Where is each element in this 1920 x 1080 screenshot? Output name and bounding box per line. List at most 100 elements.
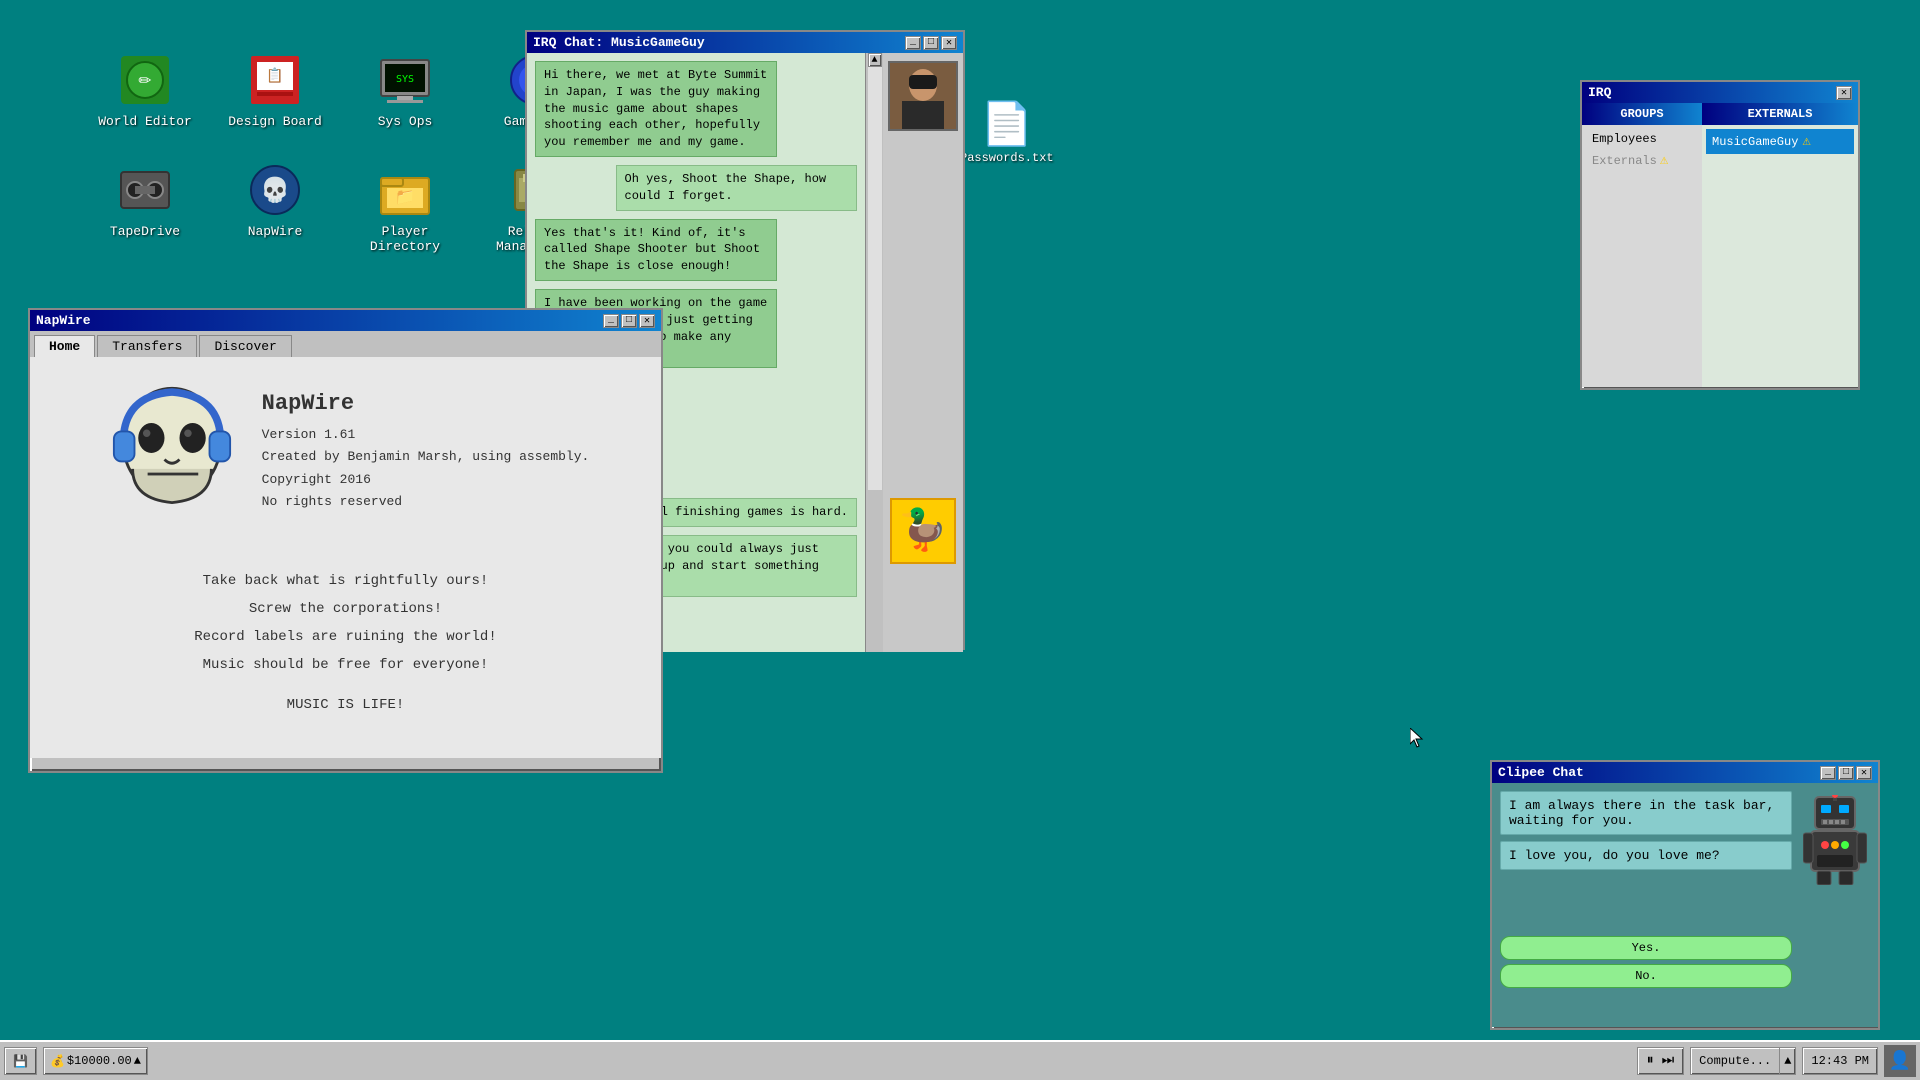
clipee-msg-2: I love you, do you love me? [1500, 841, 1792, 870]
irq-externals-header[interactable]: EXTERNALS [1702, 103, 1858, 125]
napwire-rights: No rights reserved [262, 491, 590, 513]
irq-left-panel: GROUPS Employees Externals ⚠ [1582, 103, 1702, 387]
compute-arrow[interactable]: ▲ [1779, 1048, 1795, 1074]
taskbar: 💾 💰 $10000.00 ▲ ⏸ ⏭ Compute... ▲ 12:43 P… [0, 1040, 1920, 1080]
irq-panel-window: IRQ ✕ GROUPS Employees Externals ⚠ EXTER… [1580, 80, 1860, 390]
sys-ops-label: Sys Ops [378, 114, 433, 129]
irq-chat-window-controls: _ □ ✕ [905, 36, 957, 50]
motd-line-3: Record labels are ruining the world! [194, 623, 496, 651]
media-skip-btn[interactable]: ⏭ [1659, 1053, 1678, 1069]
irq-external-musicgameguy[interactable]: MusicGameGuy ⚠ [1706, 129, 1854, 154]
money-amount: $10000.00 [67, 1054, 132, 1068]
scroll-up-btn[interactable]: ▲ [868, 53, 882, 67]
irq-chat-minimize-btn[interactable]: _ [905, 36, 921, 50]
irq-item-externals[interactable]: Externals ⚠ [1586, 149, 1698, 172]
clipee-window: Clipee Chat _ □ ✕ I am always there in t… [1490, 760, 1880, 1030]
icon-design-board[interactable]: 📋 Design Board [220, 50, 330, 129]
napwire-skull-logo [102, 377, 242, 527]
irq-panel-controls: ✕ [1836, 86, 1852, 100]
clipee-body: I am always there in the task bar, waiti… [1492, 783, 1878, 1027]
napwire-body: NapWire Version 1.61 Created by Benjamin… [30, 357, 661, 758]
napwire-minimize-btn[interactable]: _ [603, 314, 619, 328]
motd-line-5: MUSIC IS LIFE! [194, 691, 496, 719]
irq-externals-list: MusicGameGuy ⚠ [1702, 125, 1858, 387]
clipee-close-btn[interactable]: ✕ [1856, 766, 1872, 780]
irq-panel-title: IRQ [1588, 85, 1611, 100]
irq-chat-maximize-btn[interactable]: □ [923, 36, 939, 50]
napwire-window-controls: _ □ ✕ [603, 314, 655, 328]
taskbar-clock: 12:43 PM [1802, 1047, 1878, 1075]
clipee-no-btn[interactable]: No. [1500, 964, 1792, 988]
clipee-response-buttons: Yes. No. [1500, 876, 1792, 988]
world-editor-icon: ✏ [115, 50, 175, 110]
icon-napwire[interactable]: 💀 NapWire [220, 160, 330, 254]
irq-panel-titlebar[interactable]: IRQ ✕ [1582, 82, 1858, 103]
napwire-titlebar[interactable]: NapWire _ □ ✕ [30, 310, 661, 331]
externals-warning-icon: ⚠ [1660, 152, 1668, 169]
passwords-file-icon: 📄 [981, 100, 1033, 151]
icon-world-editor[interactable]: ✏ World Editor [90, 50, 200, 129]
napwire-logo-area: NapWire Version 1.61 Created by Benjamin… [102, 377, 590, 527]
tapedrive-label: TapeDrive [110, 224, 180, 239]
taskbar-user-avatar[interactable]: 👤 [1884, 1045, 1916, 1077]
taskbar-hdd-btn[interactable]: 💾 [4, 1047, 37, 1075]
compute-label[interactable]: Compute... [1691, 1052, 1779, 1070]
clipee-messages-area: I am always there in the task bar, waiti… [1500, 791, 1792, 1019]
napwire-version: Version 1.61 Created by Benjamin Marsh, … [262, 424, 590, 512]
clipee-maximize-btn[interactable]: □ [1838, 766, 1854, 780]
design-board-label: Design Board [228, 114, 322, 129]
napwire-tab-transfers[interactable]: Transfers [97, 335, 197, 357]
napwire-window: NapWire _ □ ✕ Home Transfers Discover [28, 308, 663, 773]
icon-tapedrive[interactable]: TapeDrive [90, 160, 200, 254]
passwords-icon[interactable]: 📄 Passwords.txt [960, 100, 1054, 165]
icon-sys-ops[interactable]: SYS Sys Ops [350, 50, 460, 129]
chat-message-5: Well finishing games is hard. [630, 498, 857, 527]
design-board-icon: 📋 [245, 50, 305, 110]
svg-text:📁: 📁 [395, 189, 415, 207]
sys-ops-icon: SYS [375, 50, 435, 110]
clipee-yes-btn[interactable]: Yes. [1500, 936, 1792, 960]
napwire-version-text: Version 1.61 [262, 424, 590, 446]
napwire-info-block: NapWire Version 1.61 Created by Benjamin… [262, 391, 590, 512]
irq-right-panel: EXTERNALS MusicGameGuy ⚠ [1702, 103, 1858, 387]
svg-text:📋: 📋 [266, 67, 283, 85]
napwire-tab-home[interactable]: Home [34, 335, 95, 357]
svg-text:✏: ✏ [138, 67, 152, 92]
hdd-icon: 💾 [13, 1054, 28, 1069]
player-directory-label: Player Directory [350, 224, 460, 254]
motd-line-4: Music should be free for everyone! [194, 651, 496, 679]
motd-line-2: Screw the corporations! [194, 595, 496, 623]
money-arrow[interactable]: ▲ [134, 1054, 141, 1068]
napwire-icon: 💀 [245, 160, 305, 220]
musicgameguy-warning-icon: ⚠ [1802, 133, 1810, 150]
napwire-maximize-btn[interactable]: □ [621, 314, 637, 328]
irq-panel-close-btn[interactable]: ✕ [1836, 86, 1852, 100]
musicgameguy-label: MusicGameGuy [1712, 135, 1798, 149]
irq-groups-header[interactable]: GROUPS [1582, 103, 1702, 125]
irq-header-row: GROUPS [1582, 103, 1702, 125]
napwire-close-btn[interactable]: ✕ [639, 314, 655, 328]
taskbar-compute-display: Compute... ▲ [1690, 1047, 1796, 1075]
irq-chat-titlebar[interactable]: IRQ Chat: MusicGameGuy _ □ ✕ [527, 32, 963, 53]
irq-chat-close-btn[interactable]: ✕ [941, 36, 957, 50]
chat-avatars-bottom: 🦆 [883, 490, 963, 652]
chat-message-2: Oh yes, Shoot the Shape, how could I for… [616, 165, 858, 211]
napwire-tab-discover[interactable]: Discover [199, 335, 291, 357]
world-editor-label: World Editor [98, 114, 192, 129]
passwords-label: Passwords.txt [960, 151, 1054, 165]
tapedrive-icon [115, 160, 175, 220]
napwire-motd: Take back what is rightfully ours! Screw… [194, 567, 496, 719]
chat-scrollbar-bottom[interactable] [865, 490, 883, 652]
cursor [1410, 728, 1426, 753]
clipee-avatar-area [1800, 791, 1870, 1019]
icon-player-directory[interactable]: 📁 Player Directory [350, 160, 460, 254]
avatar-duck: 🦆 [890, 498, 956, 564]
clipee-titlebar[interactable]: Clipee Chat _ □ ✕ [1492, 762, 1878, 783]
irq-item-employees[interactable]: Employees [1586, 129, 1698, 149]
clipee-minimize-btn[interactable]: _ [1820, 766, 1836, 780]
irq-chat-title: IRQ Chat: MusicGameGuy [533, 35, 705, 50]
irq-panel-body: GROUPS Employees Externals ⚠ EXTERNALS M… [1582, 103, 1858, 387]
chat-message-1: Hi there, we met at Byte Summit in Japan… [535, 61, 777, 157]
taskbar-money-display[interactable]: 💰 $10000.00 ▲ [43, 1047, 148, 1075]
media-pause-btn[interactable]: ⏸ [1644, 1053, 1657, 1069]
